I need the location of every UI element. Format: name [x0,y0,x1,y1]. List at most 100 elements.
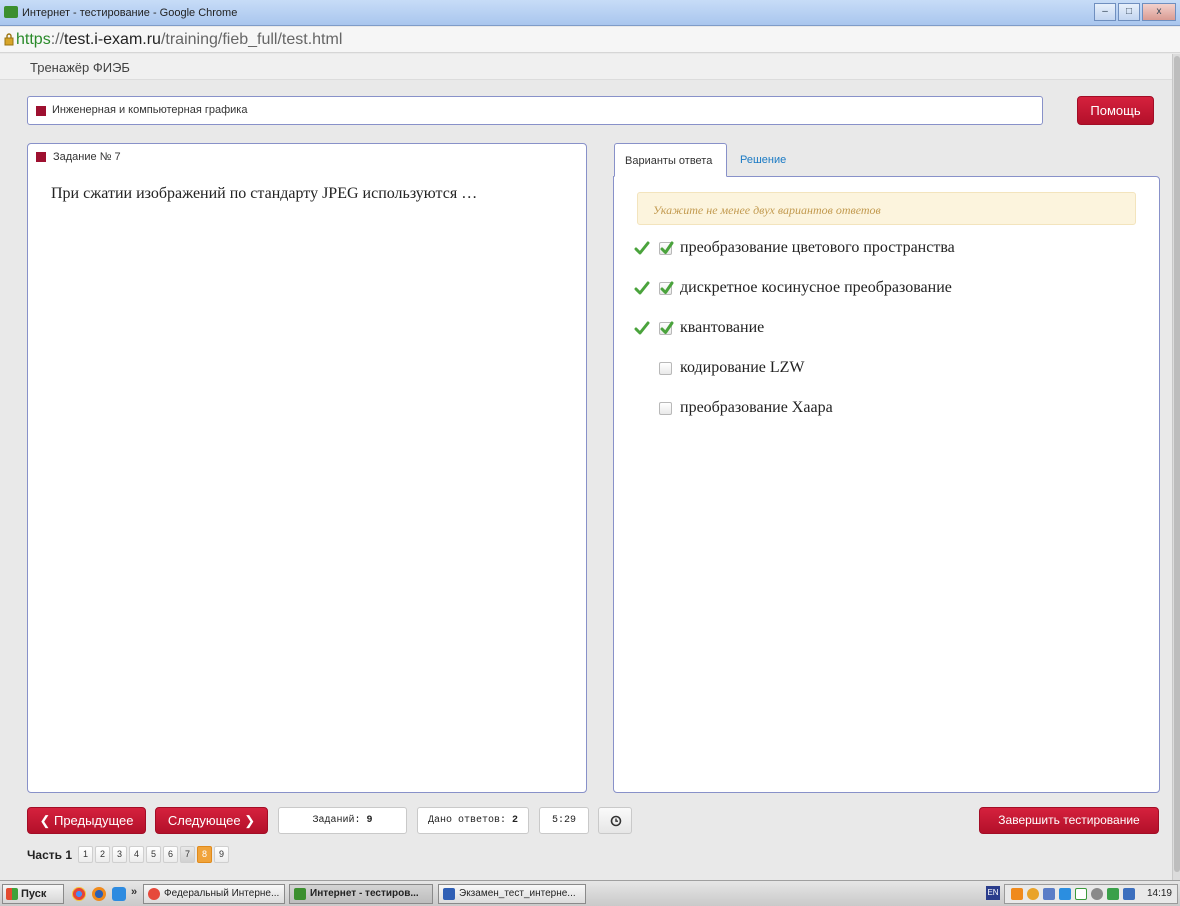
more-quicklaunch[interactable]: » [131,886,137,898]
tray-network-icon[interactable] [1043,888,1055,900]
help-button[interactable]: Помощь [1077,96,1154,125]
tasks-count-value: 9 [366,815,373,826]
close-button[interactable]: x [1142,3,1176,21]
maximize-button[interactable]: □ [1118,3,1140,21]
start-button[interactable]: Пуск [2,884,64,904]
part-label: Часть 1 [27,847,73,862]
page-scrollbar[interactable] [1172,54,1180,880]
minimize-button[interactable]: – [1094,3,1116,21]
tasks-count-label: Заданий: [312,815,361,826]
ie-quicklaunch-icon[interactable] [112,887,126,901]
checkbox-check-icon [660,321,674,334]
question-panel: Задание № 7 При сжатии изображений по ст… [27,143,587,793]
taskbar-task[interactable]: Федеральный Интерне... [143,884,285,904]
page-4-button[interactable]: 4 [129,846,145,863]
taskbar-task-active[interactable]: Интернет - тестиров... [289,884,433,904]
answered-count-box: Дано ответов: 2 [417,807,529,834]
answer-hint: Укажите не менее двух вариантов ответов [637,192,1136,225]
subject-label: Инженерная и компьютерная графика [52,104,248,116]
answer-checkbox[interactable] [659,401,672,415]
tray-update-icon[interactable] [1027,888,1039,900]
page-6-button[interactable]: 6 [163,846,179,863]
question-number: Задание № 7 [53,151,121,163]
window-title: Интернет - тестирование - Google Chrome [22,7,238,19]
answer-option[interactable]: преобразование цветового пространства [634,237,955,259]
scrollbar-thumb[interactable] [1174,56,1180,872]
answer-checkbox[interactable] [659,361,672,375]
previous-button[interactable]: ❮ Предыдущее [27,807,146,834]
answer-option[interactable]: квантование [634,317,764,339]
checkbox-check-icon [660,241,674,254]
address-bar[interactable]: https://test.i-exam.ru/training/fieb_ful… [0,27,1180,53]
tray-shield-icon[interactable] [1075,888,1087,900]
answer-option[interactable]: дискретное косинусное преобразование [634,277,952,299]
start-label: Пуск [21,888,47,900]
answer-option-text: дискретное косинусное преобразование [680,279,952,296]
system-tray: 14:19 [1004,884,1178,904]
lock-icon [4,33,14,46]
subject-marker-icon [36,106,46,116]
timer: 5:29 [539,807,589,834]
tab-answer-options[interactable]: Варианты ответа [614,143,727,177]
next-button[interactable]: Следующее ❯ [155,807,268,834]
url-host: test.i-exam.ru [64,31,161,48]
answer-option[interactable]: кодирование LZW [634,357,805,379]
answer-option-text: преобразование цветового пространства [680,239,955,256]
tab-solution[interactable]: Решение [730,143,796,177]
word-document-icon [443,888,455,900]
page-3-button[interactable]: 3 [112,846,128,863]
question-text: При сжатии изображений по стандарту JPEG… [51,185,478,202]
page-7-button[interactable]: 7 [180,846,196,863]
page-2-button[interactable]: 2 [95,846,111,863]
windows-logo-icon [6,888,18,900]
tray-volume-icon[interactable] [1091,888,1103,900]
answer-option-text: квантование [680,319,765,336]
answered-count-label: Дано ответов: [427,815,506,826]
taskbar-task-label: Экзамен_тест_интерне... [459,888,576,899]
checkbox-check-icon [660,281,674,294]
chrome-app-icon [4,6,18,18]
page-8-button[interactable]: 8 [197,846,213,863]
url-separator: :// [50,31,65,48]
question-marker-icon [36,152,46,162]
correct-check-icon [634,241,650,255]
page-9-button[interactable]: 9 [214,846,230,863]
page-5-button[interactable]: 5 [146,846,162,863]
part-pagination: Часть 1 1 2 3 4 5 6 7 8 9 [27,846,231,863]
url-path: /training/fieb_full/test.html [160,31,343,48]
os-taskbar: Пуск » Федеральный Интерне... Интернет -… [0,880,1180,906]
tray-sync-icon[interactable] [1059,888,1071,900]
answer-checkbox[interactable] [659,281,674,295]
answer-checkbox[interactable] [659,241,674,255]
clock-button[interactable] [598,807,632,834]
answer-checkbox[interactable] [659,321,674,335]
url-scheme: https [16,31,51,48]
taskbar-task-label: Федеральный Интерне... [164,888,280,899]
answer-panel: Укажите не менее двух вариантов ответов … [613,176,1160,793]
taskbar-clock: 14:19 [1146,888,1172,899]
chrome-task-icon [148,888,160,900]
taskbar-task[interactable]: Экзамен_тест_интерне... [438,884,586,904]
chrome-app-task-icon [294,888,306,900]
subject-field: Инженерная и компьютерная графика [27,96,1043,125]
firefox-quicklaunch-icon[interactable] [92,887,106,901]
tray-security-icon[interactable] [1107,888,1119,900]
answer-option[interactable]: преобразование Хаара [634,397,833,419]
finish-test-button[interactable]: Завершить тестирование [979,807,1159,834]
correct-check-icon [634,321,650,335]
app-header: Тренажёр ФИЭБ [0,54,1172,80]
chrome-quicklaunch-icon[interactable] [72,887,86,901]
tray-app-icon[interactable] [1011,888,1023,900]
clock-icon [610,815,622,827]
language-indicator[interactable]: EN [986,886,1000,900]
tasks-count-box: Заданий: 9 [278,807,407,834]
taskbar-task-label: Интернет - тестиров... [310,888,419,899]
answered-count-value: 2 [512,815,519,826]
tray-tool-icon[interactable] [1123,888,1135,900]
window-titlebar: Интернет - тестирование - Google Chrome … [0,0,1180,26]
app-brand: Тренажёр ФИЭБ [30,60,130,75]
correct-check-icon [634,281,650,295]
url-text[interactable]: https://test.i-exam.ru/training/fieb_ful… [16,31,342,49]
answer-option-text: преобразование Хаара [680,399,833,416]
page-1-button[interactable]: 1 [78,846,94,863]
